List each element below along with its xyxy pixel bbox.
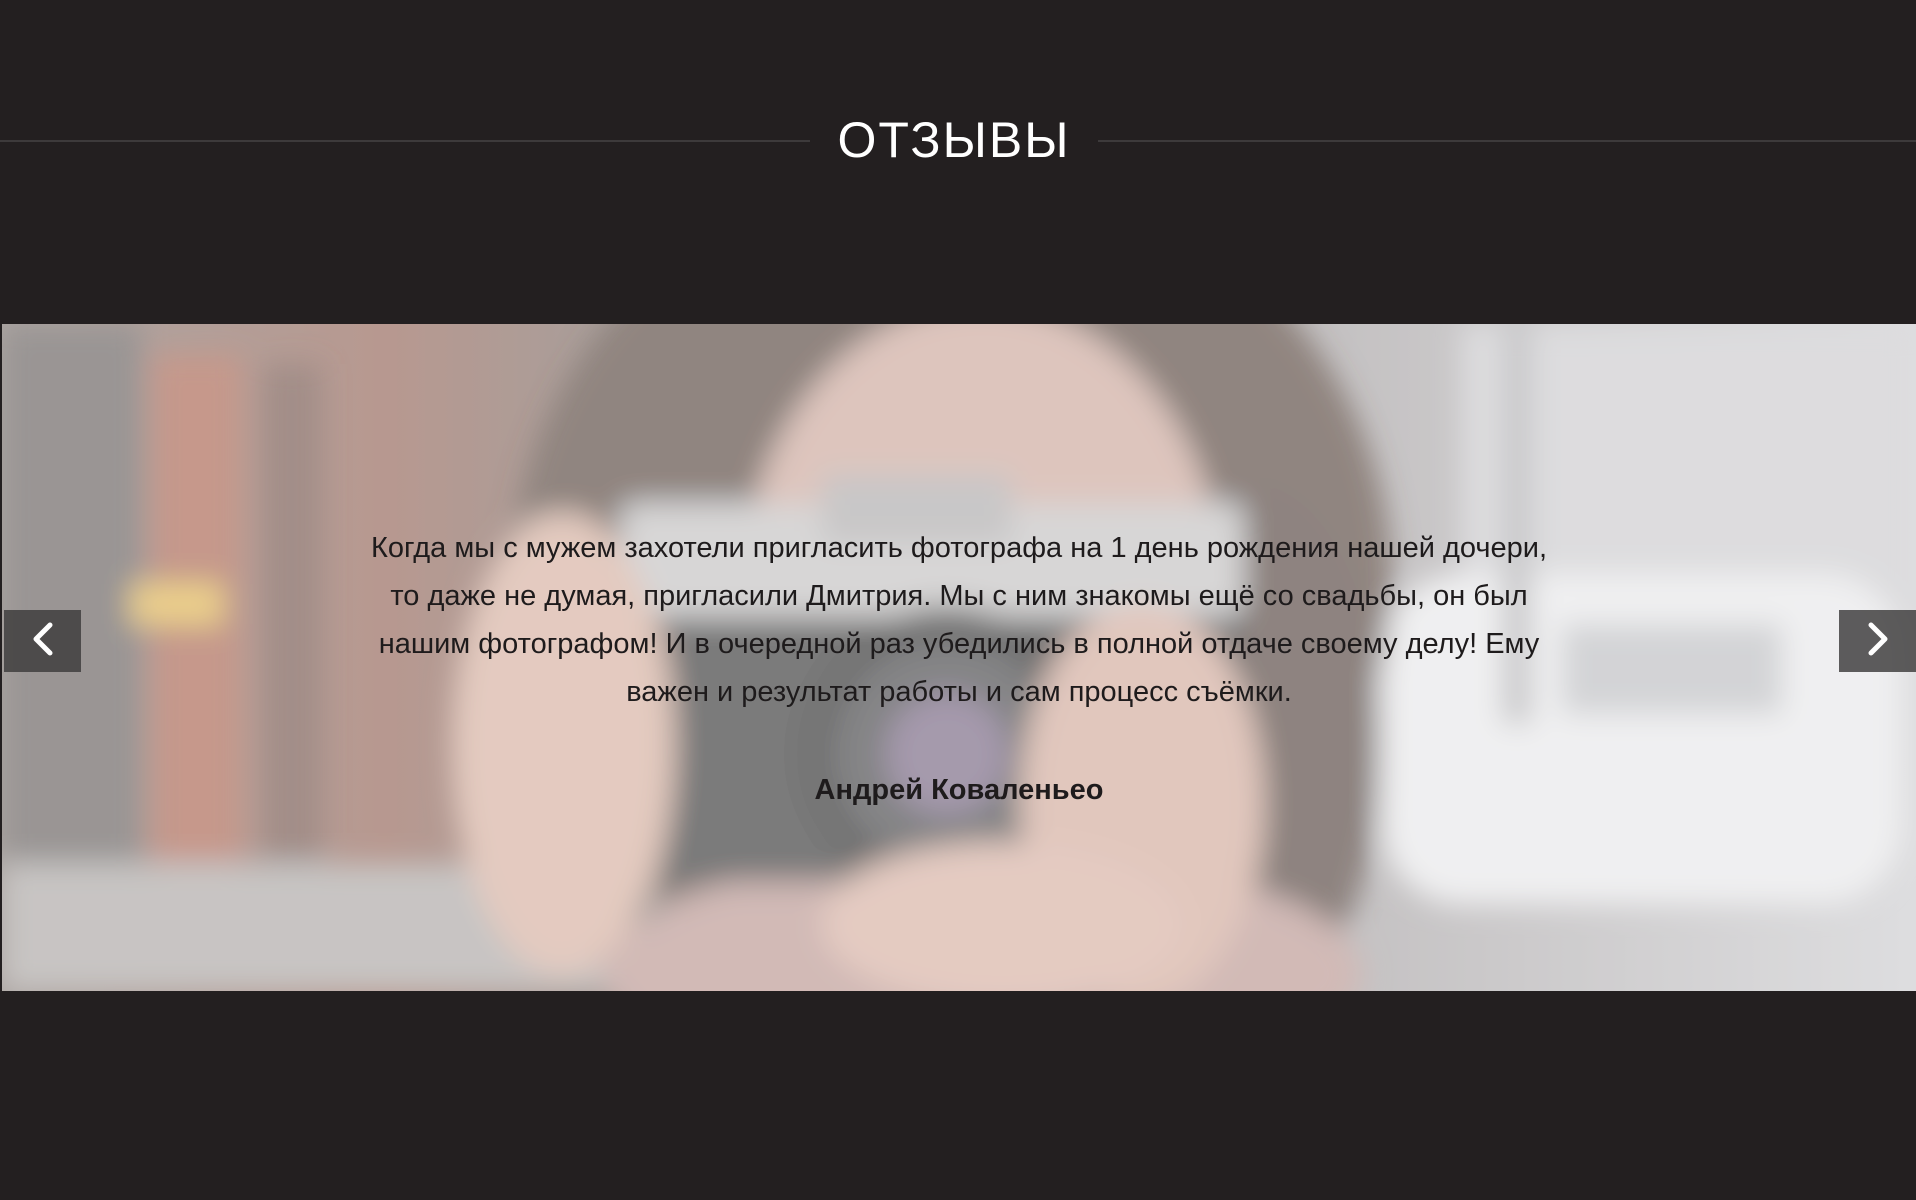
- section-title: ОТЗЫВЫ: [837, 112, 1071, 168]
- prev-slide-button[interactable]: [4, 610, 81, 672]
- review-text: Когда мы с мужем захотели пригласить фот…: [370, 532, 1548, 708]
- reviews-page: ОТЗЫВЫ Когда мы с мужем захотели приглас…: [0, 0, 1916, 1200]
- review-author: Андрей Коваленьео: [814, 774, 1104, 806]
- reviews-slider: Когда мы с мужем захотели пригласить фот…: [2, 324, 1916, 991]
- chevron-left-icon: [28, 619, 58, 664]
- section-header: ОТЗЫВЫ: [0, 100, 1916, 180]
- review-slide: Когда мы с мужем захотели пригласить фот…: [362, 524, 1556, 807]
- header-divider-right: [1098, 140, 1916, 142]
- chevron-right-icon: [1863, 619, 1893, 664]
- header-divider-left: [0, 140, 810, 142]
- next-slide-button[interactable]: [1839, 610, 1916, 672]
